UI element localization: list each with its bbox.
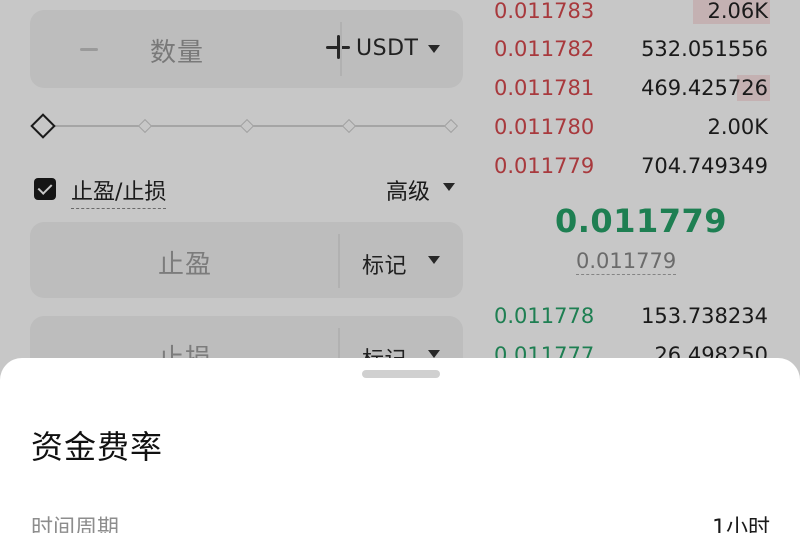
sheet-title: 资金费率 bbox=[31, 428, 164, 466]
trading-screen: 数量 USDT 止盈/止损 高级 止盈 标记 止损 标记 0.0117832.0… bbox=[0, 0, 800, 533]
period-label: 时间周期 bbox=[31, 516, 120, 533]
sheet-drag-handle[interactable] bbox=[362, 370, 440, 378]
period-value: 1小时 bbox=[712, 516, 770, 533]
funding-rate-sheet: 资金费率 时间周期 1小时 bbox=[0, 358, 800, 533]
